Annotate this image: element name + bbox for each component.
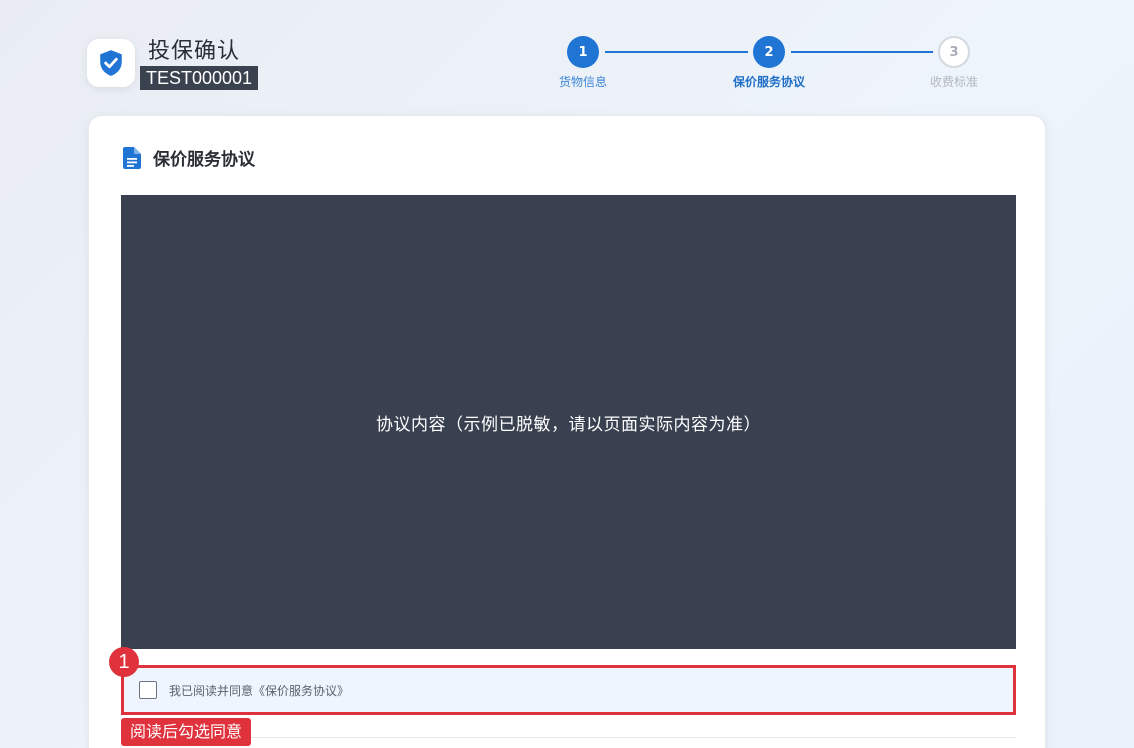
- step-fee-standard[interactable]: 3 收费标准: [909, 36, 999, 90]
- step-number: 3: [938, 36, 970, 68]
- shield-check-icon: [87, 39, 135, 87]
- progress-stepper: 1 货物信息 2 保价服务协议 3 收费标准: [540, 36, 1020, 96]
- step-number: 2: [753, 36, 785, 68]
- page-title: 投保确认: [148, 39, 241, 64]
- step-label: 保价服务协议: [732, 75, 805, 89]
- section-header: 保价服务协议: [121, 145, 255, 170]
- agreement-content-text: 协议内容（示例已脱敏，请以页面实际内容为准）: [376, 414, 761, 435]
- section-title: 保价服务协议: [153, 150, 255, 170]
- annotation-badge: 1: [109, 647, 139, 677]
- annotation-tip: 阅读后勾选同意: [121, 718, 252, 746]
- divider: [121, 737, 1016, 738]
- document-icon: [121, 146, 143, 170]
- agree-checkbox-row[interactable]: 我已阅读并同意《保价服务协议》: [121, 665, 1016, 715]
- agree-label: 我已阅读并同意《保价服务协议》: [169, 683, 350, 698]
- step-number: 1: [567, 36, 599, 68]
- agreement-card: 保价服务协议 协议内容（示例已脱敏，请以页面实际内容为准） 我已阅读并同意《保价…: [88, 115, 1046, 748]
- order-number: TEST000001: [140, 66, 259, 90]
- step-cargo-info[interactable]: 1 货物信息: [538, 36, 628, 90]
- step-service-agreement[interactable]: 2 保价服务协议: [724, 36, 814, 90]
- agreement-content-viewer[interactable]: 协议内容（示例已脱敏，请以页面实际内容为准）: [121, 195, 1016, 649]
- step-label: 货物信息: [558, 75, 607, 89]
- step-label: 收费标准: [929, 75, 978, 89]
- agree-checkbox[interactable]: [139, 681, 157, 699]
- page-root: 投保确认 TEST000001 1 货物信息 2 保价服务协议 3 收费标准 保…: [0, 0, 1134, 748]
